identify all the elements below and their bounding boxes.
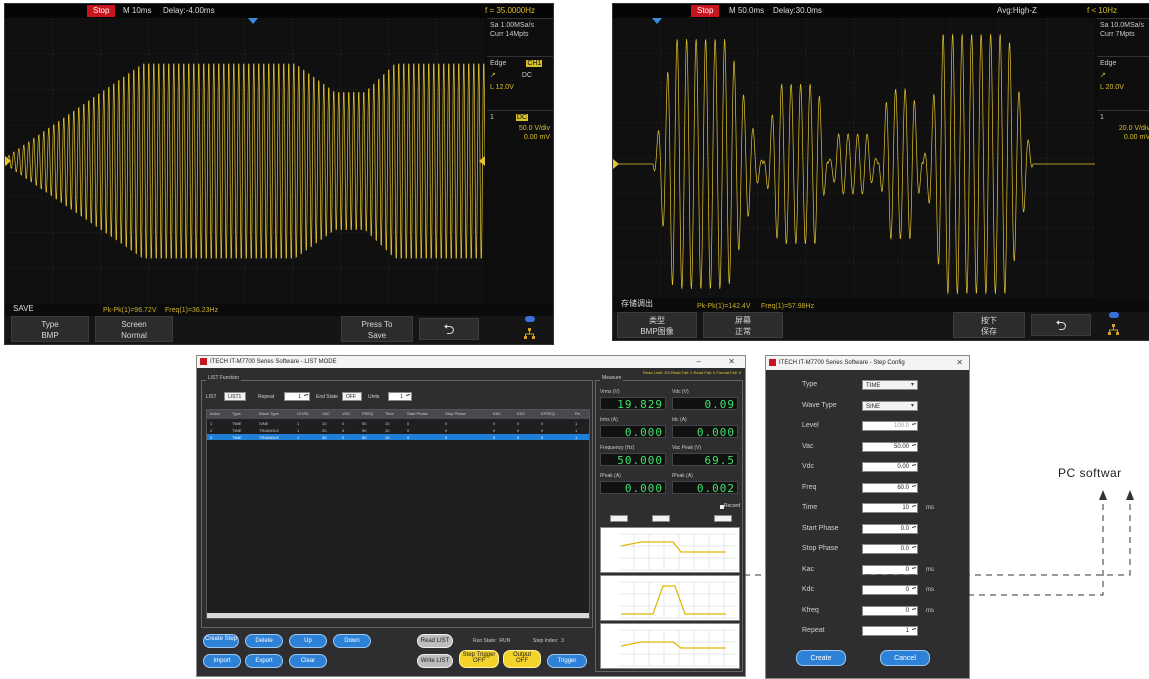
- callout-connector-lines: [744, 490, 1134, 596]
